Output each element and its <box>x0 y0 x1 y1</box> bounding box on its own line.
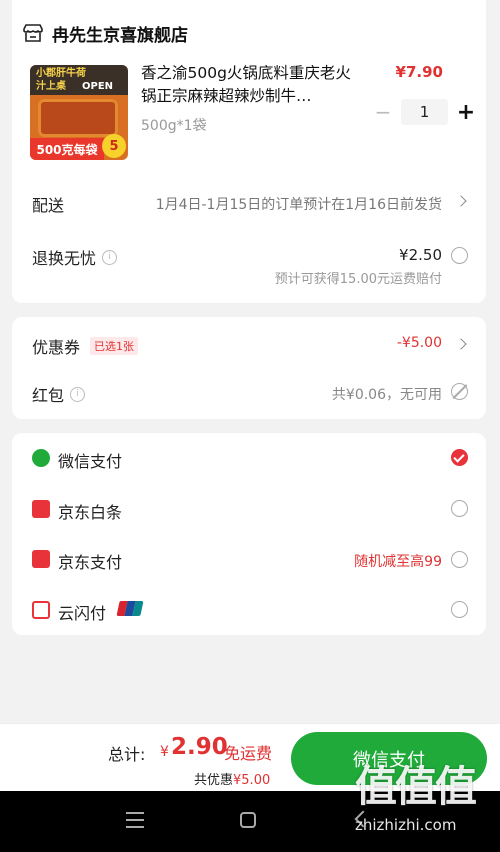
payment-label: 云闪付 <box>58 604 107 623</box>
thumb-text: 小郡肝牛荷 <box>36 68 86 79</box>
delivery-estimate[interactable]: 1月4日-1月15日的订单预计在1月16日前发货 <box>156 194 442 214</box>
product-price: ¥7.90 <box>395 63 443 81</box>
store-header[interactable]: 冉先生京喜旗舰店 <box>22 20 188 46</box>
delivery-label: 配送 <box>32 196 65 215</box>
thumbnail-banner: 小郡肝牛荷 汁上桌 OPEN <box>30 65 128 95</box>
quantity-stepper: − 1 + <box>373 99 476 125</box>
product-spec: 500g*1袋 <box>141 118 207 134</box>
menu-icon[interactable] <box>126 812 144 828</box>
coupon-selected-tag: 已选1张 <box>90 337 139 355</box>
payment-radio[interactable] <box>451 601 468 618</box>
payment-promo: 随机减至高99 <box>354 554 442 570</box>
home-icon[interactable] <box>240 812 256 828</box>
red-packet-disabled-icon <box>451 383 468 400</box>
watermark-url: zhizhizhi.com <box>355 816 457 834</box>
return-guarantee-row: 退换无忧 i <box>32 245 118 269</box>
thumb-text: 汁上桌 <box>36 81 66 92</box>
thumb-badge: 5 <box>102 134 126 158</box>
return-price: ¥2.50 <box>399 246 442 264</box>
coupon-label: 优惠券 <box>32 338 81 357</box>
jd-pay-icon <box>32 550 50 568</box>
coupon-row[interactable]: 优惠券 已选1张 <box>32 334 139 358</box>
saved-label: 共优惠 <box>194 773 234 788</box>
hotpot-block-image <box>38 99 118 137</box>
red-packet-value: 共¥0.06，无可用 <box>331 387 442 403</box>
total-amount: 2.90 <box>171 734 228 760</box>
payment-label: 京东支付 <box>58 553 123 572</box>
watermark-logo: 值值值 <box>355 762 477 811</box>
return-note: 预计可获得15.00元运费赔付 <box>274 272 442 287</box>
payment-label: 京东白条 <box>58 503 123 522</box>
wechat-pay-icon <box>32 449 50 467</box>
payment-radio-selected[interactable] <box>451 449 468 466</box>
total-currency: ¥ <box>160 744 169 760</box>
saved-amount: ¥5.00 <box>233 773 271 788</box>
unionpay-icon <box>116 601 144 616</box>
payment-radio[interactable] <box>451 551 468 568</box>
decrease-button[interactable]: − <box>373 100 393 124</box>
product-title[interactable]: 香之渝500g火锅底料重庆老火锅正宗麻辣超辣炒制牛… <box>141 62 361 108</box>
return-guarantee-radio[interactable] <box>451 247 468 264</box>
payment-label: 微信支付 <box>58 452 123 471</box>
info-icon[interactable]: i <box>102 249 118 265</box>
red-packet-label: 红包 <box>32 386 65 405</box>
thumb-bottom-label: 500克每袋 <box>30 138 104 160</box>
jd-baitiao-icon <box>32 500 50 518</box>
watermark: 值值值 zhizhizhi.com <box>355 762 495 850</box>
product-thumbnail[interactable]: 小郡肝牛荷 汁上桌 OPEN 500克每袋 5 <box>30 65 128 160</box>
saved-summary: 共优惠¥5.00 <box>194 769 270 788</box>
coupon-discount: -¥5.00 <box>396 335 442 351</box>
return-label: 退换无忧 <box>32 249 97 268</box>
store-icon <box>22 23 44 43</box>
free-shipping-label: 免运费 <box>224 744 273 763</box>
thumb-text: OPEN <box>82 81 114 92</box>
payment-radio[interactable] <box>451 500 468 517</box>
increase-button[interactable]: + <box>456 100 476 125</box>
quantity-input[interactable]: 1 <box>401 99 448 125</box>
cloud-quickpass-icon <box>32 601 50 619</box>
total-label: 总计: <box>108 745 146 764</box>
store-name[interactable]: 冉先生京喜旗舰店 <box>52 21 188 46</box>
red-packet-row: 红包 i <box>32 382 86 406</box>
info-icon[interactable]: i <box>70 386 86 402</box>
